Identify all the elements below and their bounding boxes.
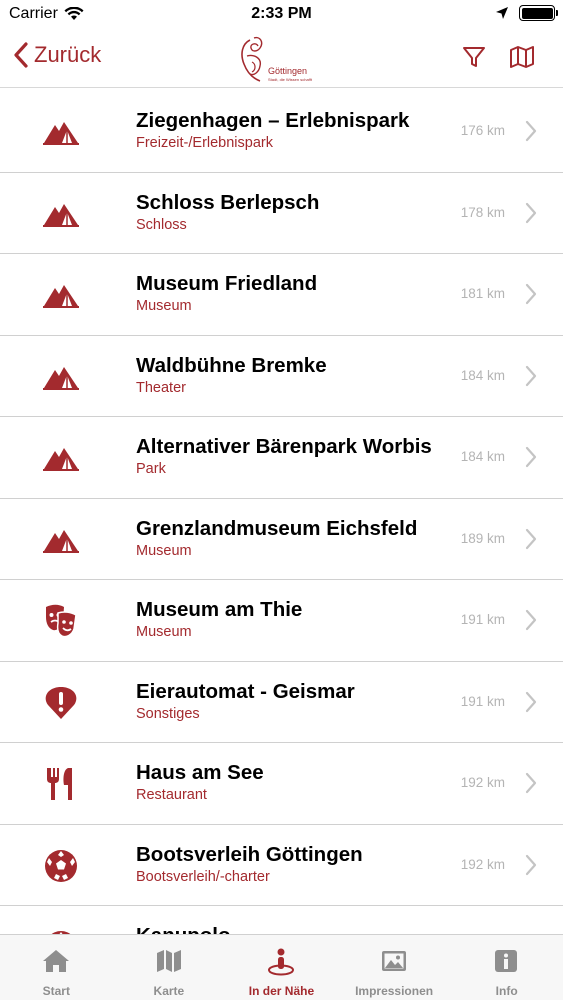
list-item[interactable]: Schloss Berlepsch Schloss 178 km	[0, 172, 563, 254]
list-item[interactable]: Alternativer Bärenpark Worbis Park 184 k…	[0, 417, 563, 499]
location-person-icon	[267, 948, 295, 976]
chevron-right-icon	[525, 365, 537, 386]
item-title: Kanupolo	[136, 924, 231, 934]
back-label: Zurück	[34, 42, 102, 67]
item-distance: 192 km	[460, 856, 505, 872]
tab-karte[interactable]: Karte	[113, 935, 226, 1000]
exclamation-pin-icon	[42, 684, 80, 722]
tab-in-der-nähe[interactable]: In der Nähe	[225, 935, 338, 1000]
chevron-left-icon	[14, 42, 28, 68]
item-category: Museum	[136, 624, 192, 640]
chevron-right-icon	[525, 446, 537, 468]
item-category: Restaurant	[136, 787, 207, 803]
list-item[interactable]: Museum am Thie Museum 191 km	[0, 580, 563, 662]
tent-icon	[42, 195, 80, 233]
chevron-right-icon	[525, 772, 537, 794]
logo-text: Göttingen	[268, 66, 307, 76]
home-icon	[42, 948, 70, 974]
tent-icon	[42, 113, 80, 151]
item-title: Waldbühne Bremke	[136, 353, 327, 377]
item-title: Haus am See	[136, 761, 264, 784]
tab-label: Start	[42, 984, 70, 998]
item-distance: 191 km	[460, 693, 505, 709]
item-title: Grenzlandmuseum Eichsfeld	[136, 516, 418, 540]
item-category: Theater	[136, 379, 186, 396]
item-category: Sonstiges	[136, 705, 200, 722]
chevron-right-icon	[525, 528, 537, 549]
list-item[interactable]: Kanupolo	[0, 906, 563, 934]
tab-info[interactable]: Info	[450, 935, 563, 1000]
item-distance: 189 km	[460, 530, 505, 546]
item-category: Park	[136, 461, 166, 477]
list-item[interactable]: Ziegenhagen – Erlebnispark Freizeit-/Erl…	[0, 91, 563, 173]
fork-knife-icon	[42, 765, 80, 803]
item-category: Museum	[136, 298, 192, 314]
info-icon	[493, 948, 521, 974]
item-distance: 191 km	[460, 612, 505, 627]
item-title: Museum am Thie	[136, 598, 303, 621]
tab-label: Info	[495, 984, 518, 998]
tab-bar: Start Karte In der Nähe Impressionen Inf…	[0, 934, 563, 1000]
tab-label: In der Nähe	[248, 984, 315, 998]
item-title: Bootsverleih Göttingen	[136, 842, 363, 866]
item-distance: 176 km	[460, 123, 505, 138]
item-category: Schloss	[136, 216, 187, 233]
item-distance: 181 km	[460, 286, 505, 301]
list-item[interactable]: Grenzlandmuseum Eichsfeld Museum 189 km	[0, 498, 563, 580]
item-title: Ziegenhagen – Erlebnispark	[136, 109, 410, 132]
list-item[interactable]: Waldbühne Bremke Theater 184 km	[0, 335, 563, 417]
chevron-right-icon	[525, 609, 537, 631]
item-category: Bootsverleih/-charter	[136, 868, 270, 885]
list-item[interactable]: Bootsverleih Göttingen Bootsverleih/-cha…	[0, 824, 563, 906]
item-distance: 184 km	[460, 449, 505, 464]
item-distance: 192 km	[460, 775, 505, 790]
soccer-ball-icon	[42, 847, 80, 885]
item-title: Museum Friedland	[136, 272, 318, 295]
item-title: Schloss Berlepsch	[136, 190, 320, 214]
battery-icon	[519, 5, 558, 21]
tent-icon	[42, 521, 80, 559]
tent-icon	[42, 439, 80, 477]
map-icon	[155, 948, 183, 974]
item-category: Freizeit-/Erlebnispark	[136, 135, 273, 151]
goettingen-logo: Göttingen Stadt, die Wissen schafft	[241, 36, 313, 82]
location-arrow-icon	[496, 7, 508, 19]
chevron-right-icon	[525, 691, 537, 712]
item-distance: 184 km	[460, 367, 505, 383]
tab-impressionen[interactable]: Impressionen	[338, 935, 451, 1000]
item-distance: 178 km	[460, 204, 505, 220]
theater-masks-icon	[42, 602, 80, 640]
chevron-right-icon	[525, 283, 537, 305]
navigation-bar: Zurück Göttingen Stadt, die Wissen schaf…	[0, 30, 563, 88]
chevron-right-icon	[525, 202, 537, 223]
status-bar: Carrier 2:33 PM	[0, 0, 563, 30]
filter-icon[interactable]	[461, 44, 487, 70]
chevron-right-icon	[525, 120, 537, 142]
status-right	[495, 5, 558, 21]
tab-label: Impressionen	[355, 984, 434, 998]
nearby-list[interactable]: Ziegenhagen – Erlebnispark Freizeit-/Erl…	[0, 91, 563, 934]
item-category: Museum	[136, 542, 192, 559]
tab-start[interactable]: Start	[0, 935, 113, 1000]
item-title: Eierautomat - Geismar	[136, 679, 355, 703]
tab-label: Karte	[153, 984, 185, 998]
logo-tagline: Stadt, die Wissen schafft	[268, 77, 313, 82]
nav-actions	[461, 44, 535, 70]
item-title: Alternativer Bärenpark Worbis	[136, 435, 432, 458]
tent-icon	[42, 358, 80, 396]
list-item[interactable]: Eierautomat - Geismar Sonstiges 191 km	[0, 661, 563, 743]
list-item[interactable]: Museum Friedland Museum 181 km	[0, 254, 563, 336]
tent-icon	[42, 276, 80, 314]
chevron-right-icon	[525, 854, 537, 875]
photo-icon	[380, 948, 408, 974]
status-time: 2:33 PM	[251, 5, 312, 22]
list-item[interactable]: Haus am See Restaurant 192 km	[0, 743, 563, 825]
map-view-icon[interactable]	[509, 44, 535, 70]
back-button[interactable]: Zurück	[14, 42, 101, 68]
